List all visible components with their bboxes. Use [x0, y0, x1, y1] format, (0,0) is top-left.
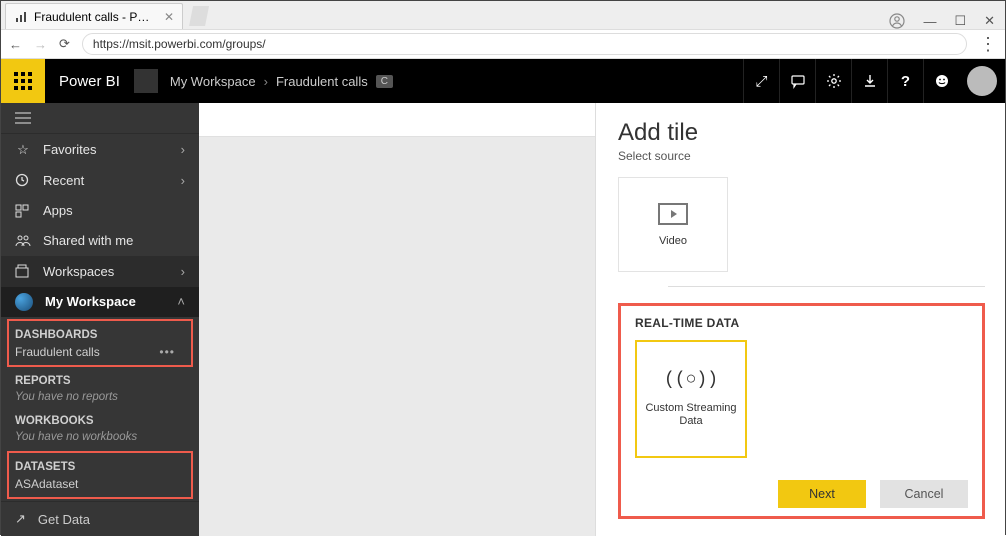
- nav-label: Favorites: [43, 142, 96, 157]
- nav-label: Apps: [43, 203, 73, 218]
- chevron-right-icon: ›: [181, 142, 185, 157]
- tab-title: Fraudulent calls - Power BI: [34, 10, 154, 24]
- waffle-icon: [14, 72, 32, 90]
- more-options-icon[interactable]: •••: [159, 345, 175, 359]
- comments-icon[interactable]: [779, 59, 815, 103]
- shared-icon: [15, 234, 31, 248]
- breadcrumb-item[interactable]: My Workspace: [170, 74, 256, 89]
- download-icon[interactable]: [851, 59, 887, 103]
- streaming-label: Custom Streaming Data: [643, 402, 739, 428]
- url-text: https://msit.powerbi.com/groups/: [93, 37, 266, 51]
- browser-tab[interactable]: Fraudulent calls - Power BI ✕: [5, 3, 183, 29]
- realtime-header: REAL-TIME DATA: [635, 316, 968, 330]
- tab-favicon: [14, 10, 28, 24]
- section-datasets: DATASETS: [15, 455, 185, 475]
- nav-label: Shared with me: [43, 233, 133, 248]
- workspace-badge: [134, 69, 158, 93]
- breadcrumb-item[interactable]: Fraudulent calls: [276, 74, 368, 89]
- workbooks-empty-text: You have no workbooks: [1, 429, 199, 449]
- nav-label: Workspaces: [43, 264, 114, 279]
- dataset-item[interactable]: ASAdataset: [15, 475, 185, 495]
- get-data-button[interactable]: ↗ Get Data: [1, 501, 199, 536]
- apps-icon: [15, 204, 31, 218]
- cancel-button[interactable]: Cancel: [880, 480, 968, 508]
- highlight-datasets: DATASETS ASAdataset: [7, 451, 193, 499]
- nav-back-icon[interactable]: ←: [9, 37, 22, 52]
- add-tile-panel: Add tile Select source Video REAL-TIME D…: [595, 103, 1005, 536]
- window-minimize-icon[interactable]: —: [923, 14, 936, 29]
- browser-menu-icon[interactable]: ⋮: [979, 34, 997, 55]
- star-icon: ☆: [15, 142, 31, 158]
- classification-tag: C: [376, 75, 394, 88]
- video-label: Video: [659, 235, 687, 247]
- nav-forward-icon: →: [34, 37, 47, 52]
- streaming-icon: ((○)): [664, 370, 718, 390]
- nav-label: Recent: [43, 173, 84, 188]
- dashboard-canvas: + Add tile Usage metrics View related Ad…: [199, 103, 1005, 536]
- nav-shared[interactable]: Shared with me: [1, 226, 199, 256]
- video-icon: [658, 203, 688, 225]
- nav-workspaces[interactable]: Workspaces ›: [1, 256, 199, 286]
- get-data-arrow-icon: ↗: [15, 511, 26, 527]
- window-maximize-icon[interactable]: ☐: [954, 13, 966, 29]
- panel-title: Add tile: [618, 119, 985, 147]
- help-icon[interactable]: ?: [887, 59, 923, 103]
- settings-gear-icon[interactable]: [815, 59, 851, 103]
- nav-label: My Workspace: [45, 294, 136, 309]
- highlight-realtime: REAL-TIME DATA ((○)) Custom Streaming Da…: [618, 303, 985, 519]
- chevron-right-icon: ›: [264, 74, 268, 89]
- nav-my-workspace[interactable]: My Workspace ˄: [1, 287, 199, 317]
- nav-reload-icon[interactable]: ⟳: [59, 36, 70, 52]
- sidebar-toggle-button[interactable]: [1, 103, 199, 134]
- section-reports: REPORTS: [1, 369, 199, 389]
- browser-toolbar: ← → ⟳ https://msit.powerbi.com/groups/ ⋮: [1, 29, 1005, 59]
- chevron-right-icon: ›: [181, 173, 185, 188]
- dashboard-item-label: Fraudulent calls: [15, 345, 100, 359]
- chevron-up-icon: ˄: [177, 294, 185, 309]
- user-icon[interactable]: [889, 13, 905, 29]
- divider: [668, 286, 985, 287]
- feedback-smiley-icon[interactable]: [923, 59, 959, 103]
- dashboard-item[interactable]: Fraudulent calls •••: [15, 343, 185, 363]
- panel-subtitle: Select source: [618, 149, 985, 163]
- section-workbooks: WORKBOOKS: [1, 409, 199, 429]
- nav-apps[interactable]: Apps: [1, 195, 199, 225]
- get-data-label: Get Data: [38, 512, 90, 527]
- workspace-logo-icon: [15, 293, 33, 311]
- address-bar[interactable]: https://msit.powerbi.com/groups/: [82, 33, 967, 55]
- section-dashboards: DASHBOARDS: [15, 323, 185, 343]
- app-launcher-button[interactable]: [1, 59, 45, 103]
- tile-option-streaming[interactable]: ((○)) Custom Streaming Data: [635, 340, 747, 458]
- chevron-right-icon: ›: [181, 264, 185, 279]
- window-controls: — ☐ ✕: [889, 13, 1005, 29]
- clock-icon: [15, 173, 31, 187]
- browser-tabstrip: Fraudulent calls - Power BI ✕ — ☐ ✕: [1, 1, 1005, 29]
- nav-sidebar: ☆ Favorites › Recent › Apps Shared with …: [1, 103, 199, 536]
- next-button[interactable]: Next: [778, 480, 866, 508]
- user-avatar[interactable]: [967, 66, 997, 96]
- nav-recent[interactable]: Recent ›: [1, 165, 199, 195]
- app-header: Power BI My Workspace › Fraudulent calls…: [1, 59, 1005, 103]
- reports-empty-text: You have no reports: [1, 389, 199, 409]
- fullscreen-icon[interactable]: ⤢: [743, 59, 779, 103]
- new-tab-button[interactable]: [189, 6, 209, 26]
- brand-label: Power BI: [45, 73, 134, 90]
- highlight-dashboards: DASHBOARDS Fraudulent calls •••: [7, 319, 193, 367]
- breadcrumb: My Workspace › Fraudulent calls C: [170, 74, 394, 89]
- tab-close-icon[interactable]: ✕: [164, 10, 174, 24]
- window-close-icon[interactable]: ✕: [984, 13, 995, 29]
- nav-favorites[interactable]: ☆ Favorites ›: [1, 134, 199, 164]
- workspaces-icon: [15, 264, 31, 278]
- tile-option-video[interactable]: Video: [618, 177, 728, 272]
